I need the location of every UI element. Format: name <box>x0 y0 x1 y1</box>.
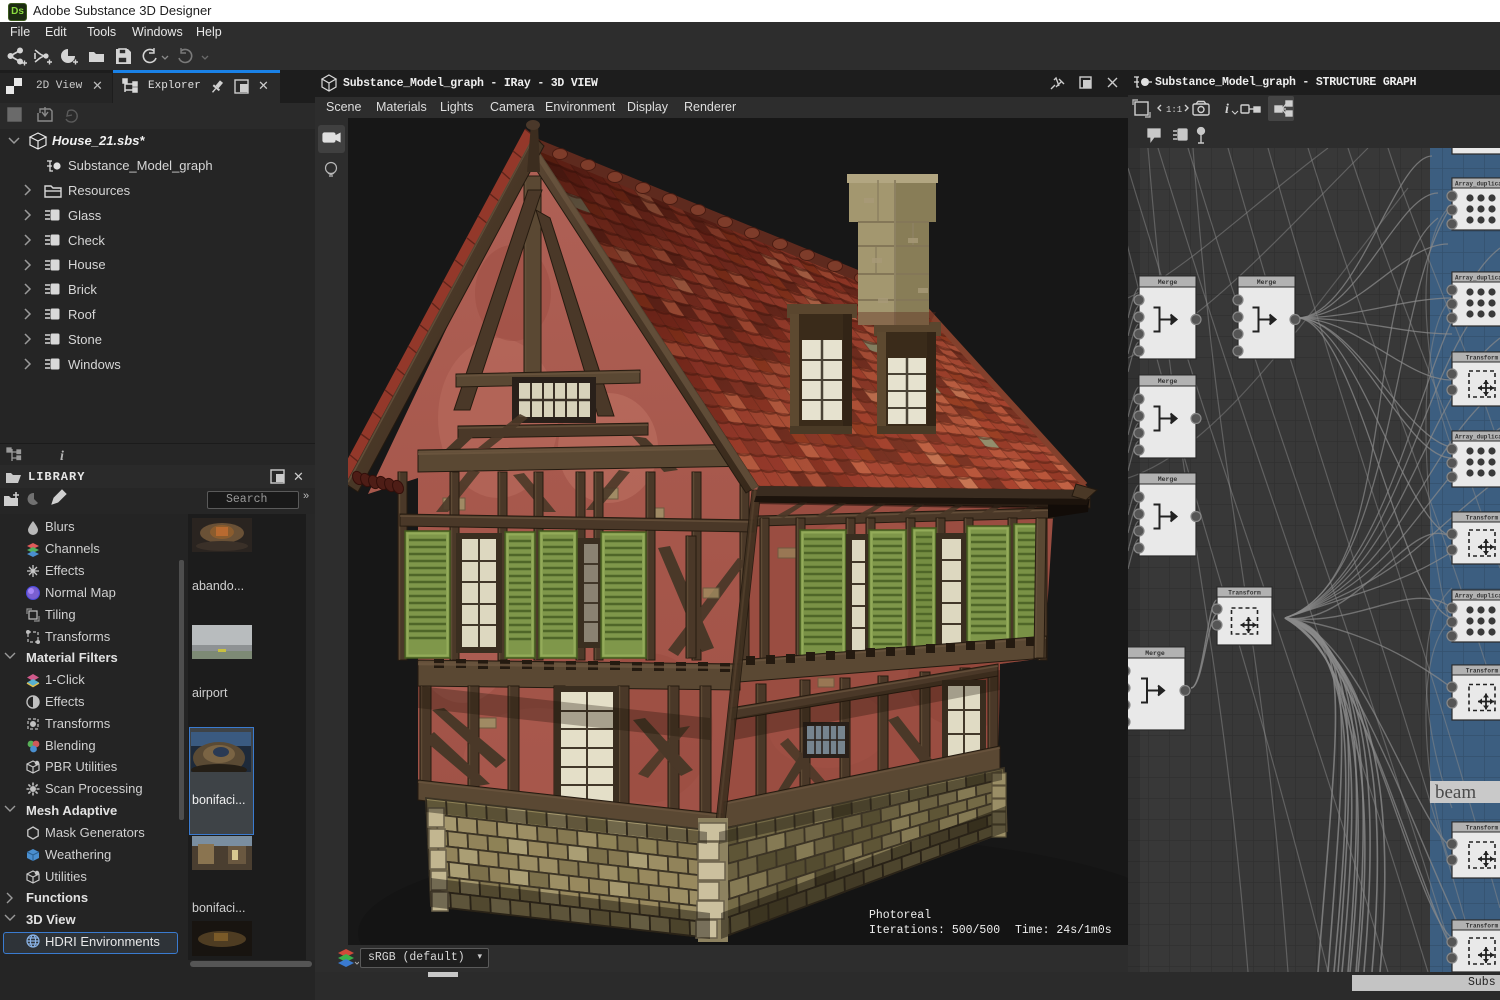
svg-text:Array_duplicate: Array_duplicate <box>1455 181 1500 188</box>
svg-text:Array_duplicate: Array_duplicate <box>1455 275 1500 282</box>
svg-text:Transform: Transform <box>1466 355 1499 362</box>
svg-text:Merge: Merge <box>1257 279 1277 286</box>
svg-text:Merge: Merge <box>1145 650 1165 657</box>
svg-text:Merge: Merge <box>1158 279 1178 286</box>
svg-text:beam: beam <box>1435 782 1476 803</box>
svg-text:Merge: Merge <box>1158 378 1178 385</box>
svg-text:Merge: Merge <box>1158 476 1178 483</box>
svg-text:i: i <box>60 449 64 464</box>
svg-text:Array_duplicate: Array_duplicate <box>1455 434 1500 441</box>
svg-text:Transform: Transform <box>1466 825 1499 832</box>
svg-text:Transform: Transform <box>1466 668 1499 675</box>
svg-text:Transform: Transform <box>1228 590 1261 597</box>
svg-text:Transform: Transform <box>1466 923 1499 930</box>
svg-text:i: i <box>1225 102 1229 117</box>
svg-text:1:1: 1:1 <box>1166 105 1182 115</box>
svg-text:Array_duplicate: Array_duplicate <box>1455 593 1500 600</box>
svg-text:Transform: Transform <box>1466 515 1499 522</box>
